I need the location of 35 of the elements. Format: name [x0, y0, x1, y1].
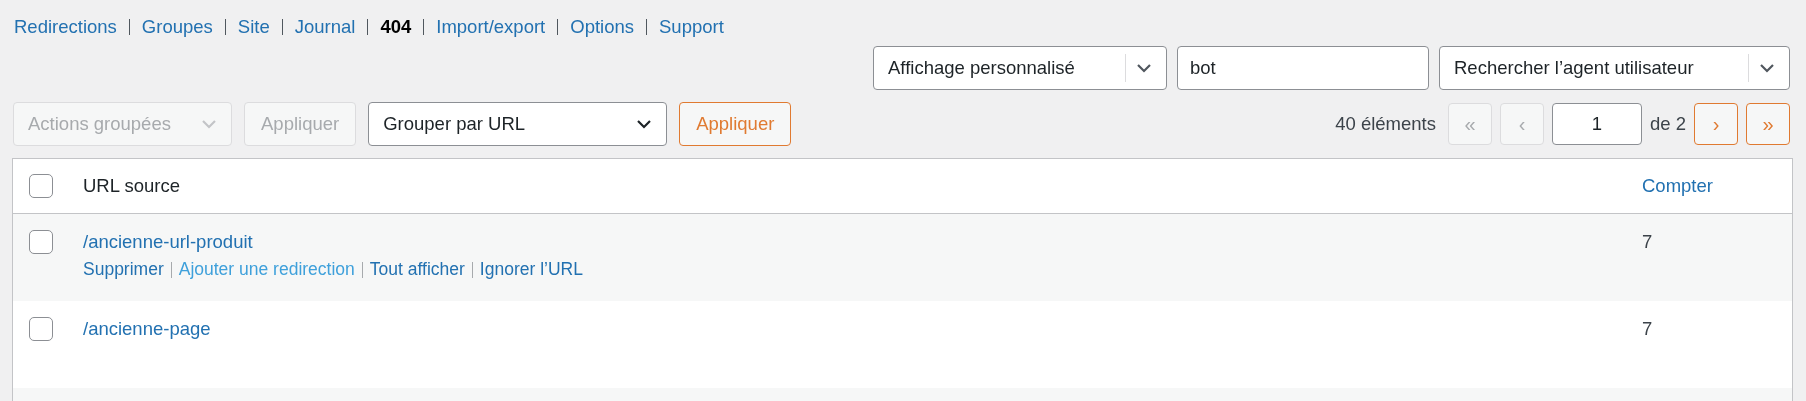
chevron-down-icon: [201, 119, 217, 129]
nav-link[interactable]: Import/export: [436, 16, 546, 38]
column-header-link[interactable]: Compter: [1642, 175, 1792, 197]
nav-link[interactable]: Options: [570, 16, 634, 38]
item-count: 40 éléments: [1335, 113, 1436, 135]
row-action-link[interactable]: Supprimer: [83, 259, 164, 280]
row-action-link[interactable]: Ajouter une redirection: [178, 259, 355, 280]
chevron-down-icon: [1759, 63, 1775, 73]
row-checkbox[interactable]: [29, 230, 53, 254]
nav-link[interactable]: Groupes: [141, 16, 213, 38]
nav-link[interactable]: Support: [659, 16, 724, 38]
select-all-checkbox[interactable]: [29, 174, 53, 198]
chevron-down-icon: [636, 119, 653, 129]
nav-link[interactable]: Journal: [294, 16, 356, 38]
row-checkbox[interactable]: [29, 317, 53, 341]
row-action-link[interactable]: Tout afficher: [369, 259, 465, 280]
url-link[interactable]: /ancienne-page: [83, 317, 211, 341]
nav-link[interactable]: 404: [380, 16, 412, 38]
chevron-down-icon: [1136, 63, 1152, 73]
nav-link[interactable]: Redirections: [14, 16, 117, 38]
count-cell-text: 7: [1642, 317, 1654, 341]
count-cell-text: 7: [1642, 230, 1654, 254]
next-page-button[interactable]: ›: [1694, 103, 1738, 145]
column-header: URL source: [83, 175, 181, 197]
nav-link[interactable]: Site: [237, 16, 270, 38]
page-total: de 2: [1650, 113, 1686, 135]
url-link[interactable]: /ancienne-url-produit: [83, 230, 253, 254]
page-field[interactable]: 1: [1552, 103, 1642, 145]
search-type-select[interactable]: Rechercher l’agent utilisateur: [1439, 46, 1790, 90]
group-by-select[interactable]: Grouper par URL: [368, 102, 668, 146]
apply-button[interactable]: Appliquer: [679, 102, 792, 146]
search-field[interactable]: bot: [1177, 46, 1429, 90]
last-page-button[interactable]: »: [1746, 103, 1790, 145]
row-action-link[interactable]: Ignorer l’URL: [479, 259, 583, 280]
view-select[interactable]: Affichage personnalisé: [873, 46, 1167, 90]
